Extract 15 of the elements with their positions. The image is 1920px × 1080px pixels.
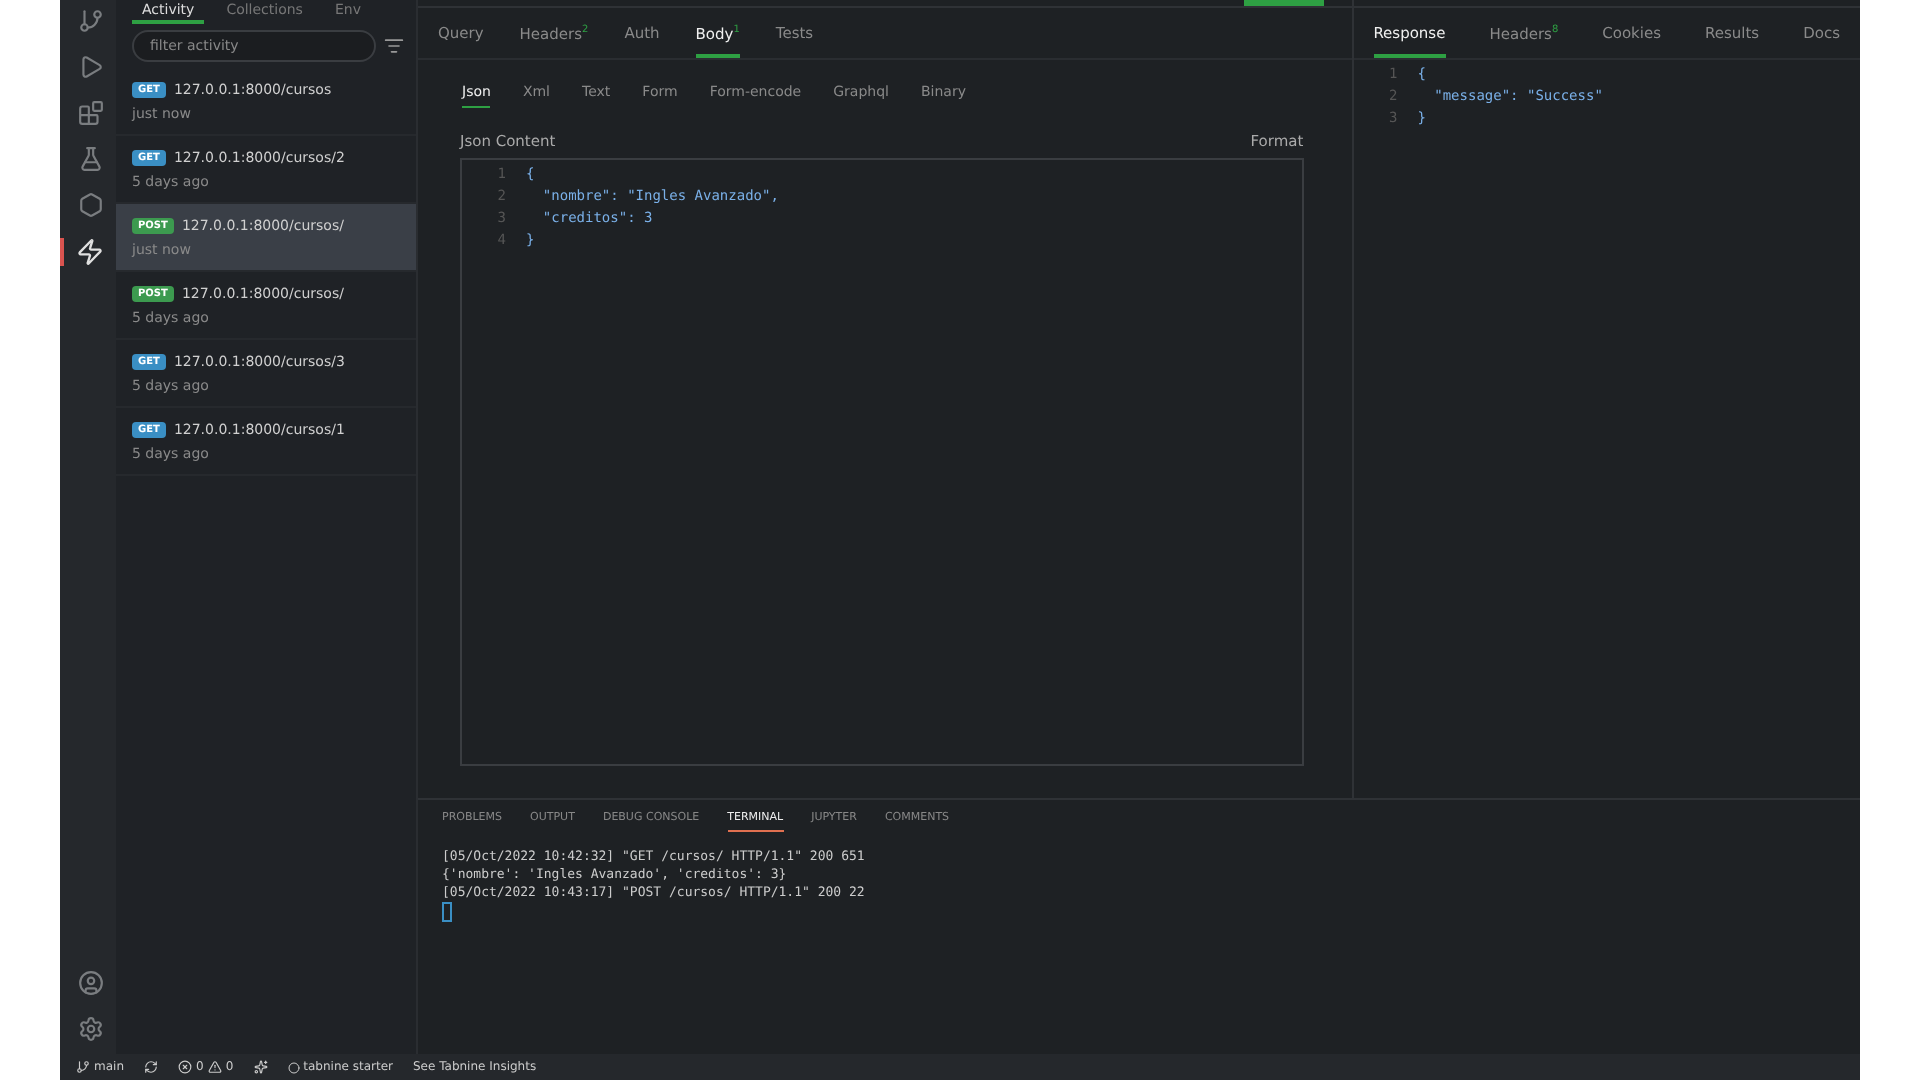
blocks-icon[interactable] <box>77 100 103 126</box>
terminal-cursor <box>442 902 452 922</box>
sync-icon[interactable] <box>144 1060 158 1074</box>
branch-icon[interactable] <box>76 1060 90 1074</box>
account-icon[interactable] <box>77 970 103 996</box>
warning-icon[interactable] <box>207 1060 222 1074</box>
error-icon[interactable] <box>178 1060 192 1074</box>
settings-icon[interactable] <box>77 1016 103 1042</box>
lightning-icon[interactable] <box>76 238 104 266</box>
filter-icon[interactable] <box>384 36 404 56</box>
sparkle-icon[interactable] <box>253 1060 268 1074</box>
flask-icon[interactable] <box>77 146 103 172</box>
hexagon-icon[interactable] <box>77 192 103 218</box>
circle-icon[interactable] <box>287 1061 300 1073</box>
play-icon[interactable] <box>77 54 103 80</box>
